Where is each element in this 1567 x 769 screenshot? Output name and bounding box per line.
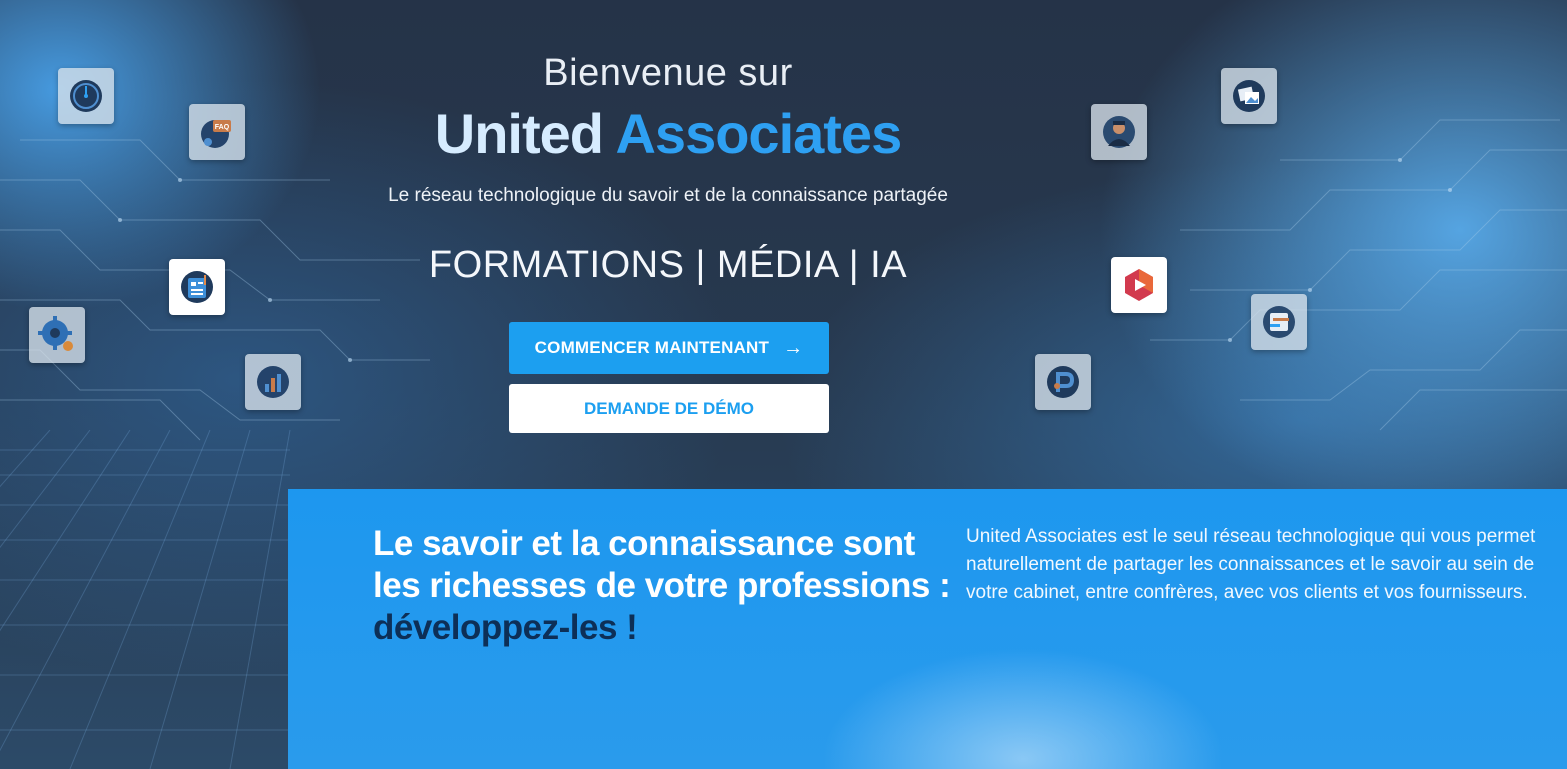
- hero-section: Bienvenue sur United Associates Le résea…: [0, 0, 1567, 480]
- welcome-text: Bienvenue sur: [543, 52, 793, 94]
- band-heading-line2: les richesses de votre professions :: [373, 566, 951, 605]
- band-heading-line3: développez-les !: [373, 608, 638, 647]
- video-play-icon: [1111, 257, 1167, 313]
- document-list-icon: [169, 259, 225, 315]
- band-heading-line1: Le savoir et la connaissance sont: [373, 524, 915, 563]
- faq-icon: FAQ: [189, 104, 245, 160]
- form-editor-icon: [1251, 294, 1307, 350]
- demo-request-button[interactable]: DEMANDE DE DÉMO: [509, 384, 829, 433]
- band-heading: Le savoir et la connaissance sont les ri…: [373, 523, 963, 649]
- band-description: United Associates est le seul réseau tec…: [966, 526, 1536, 603]
- start-now-button[interactable]: COMMENCER MAINTENANT →: [509, 322, 829, 374]
- speedometer-icon: [58, 68, 114, 124]
- chart-presentation-icon: [245, 354, 301, 410]
- knowledge-band: Le savoir et la connaissance sont les ri…: [288, 489, 1567, 769]
- brand-title-part2: Associates: [615, 102, 902, 165]
- podcast-p-icon: [1035, 354, 1091, 410]
- arrow-right-icon: →: [783, 337, 804, 359]
- tagline: Le réseau technologique du savoir et de …: [388, 185, 948, 206]
- demo-request-button-label: DEMANDE DE DÉMO: [583, 398, 754, 418]
- gear-icon: [29, 307, 85, 363]
- images-gallery-icon: [1221, 68, 1277, 124]
- svg-text:FAQ: FAQ: [215, 124, 230, 131]
- brand-title-part1: United: [434, 102, 604, 165]
- start-now-button-label: COMMENCER MAINTENANT: [534, 338, 770, 357]
- worker-avatar-icon: [1091, 104, 1147, 160]
